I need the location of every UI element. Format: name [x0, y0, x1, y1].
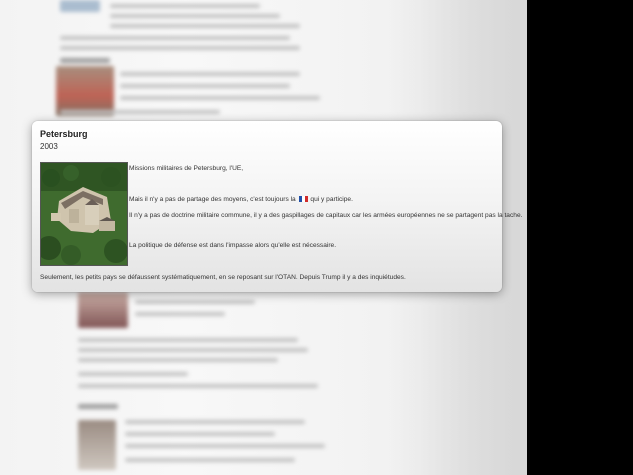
expanded-card-popup[interactable]: Petersburg 2003 Missions militaires de P… [32, 121, 522, 292]
blurred-line [120, 72, 300, 76]
card-title: Petersburg [40, 129, 88, 139]
blurred-thumbnail [78, 292, 128, 328]
card-text-line: Il n'y a pas de doctrine militaire commu… [129, 212, 523, 219]
blurred-line [120, 96, 320, 100]
blurred-line [135, 300, 255, 304]
card-text-line: La politique de défense est dans l'impas… [129, 242, 337, 249]
blurred-line [78, 404, 118, 409]
blurred-line [60, 36, 290, 40]
blurred-line [125, 420, 305, 424]
blurred-line [78, 358, 278, 362]
card-text-line: Mais il n'y a pas de partage des moyens,… [129, 196, 353, 203]
card-text-line: Missions militaires de Petersburg, l'UE, [129, 165, 244, 172]
blurred-line [78, 338, 298, 342]
blurred-line [78, 372, 188, 376]
blurred-line [78, 384, 318, 388]
blurred-line [60, 58, 110, 63]
card-text-line-part: Mais il n'y a pas de partage des moyens,… [129, 196, 296, 203]
blurred-line [60, 46, 300, 50]
blurred-thumbnail [60, 0, 100, 12]
card-year: 2003 [40, 142, 58, 151]
castle-aerial-photo [40, 162, 128, 266]
blurred-line [125, 458, 295, 462]
blurred-line [110, 24, 300, 28]
french-flag-icon [298, 196, 308, 202]
blurred-line [110, 14, 280, 18]
blurred-line [135, 312, 225, 316]
card-text-line-part: qui y participe. [310, 196, 353, 203]
blurred-line [125, 432, 275, 436]
blurred-thumbnail [78, 420, 116, 470]
blurred-line [125, 444, 325, 448]
blurred-line [78, 348, 308, 352]
blurred-line [110, 4, 260, 8]
blurred-thumbnail [56, 66, 114, 116]
card-text-line: Seulement, les petits pays se défaussent… [40, 274, 406, 281]
blurred-line [60, 110, 220, 114]
blurred-line [120, 84, 290, 88]
